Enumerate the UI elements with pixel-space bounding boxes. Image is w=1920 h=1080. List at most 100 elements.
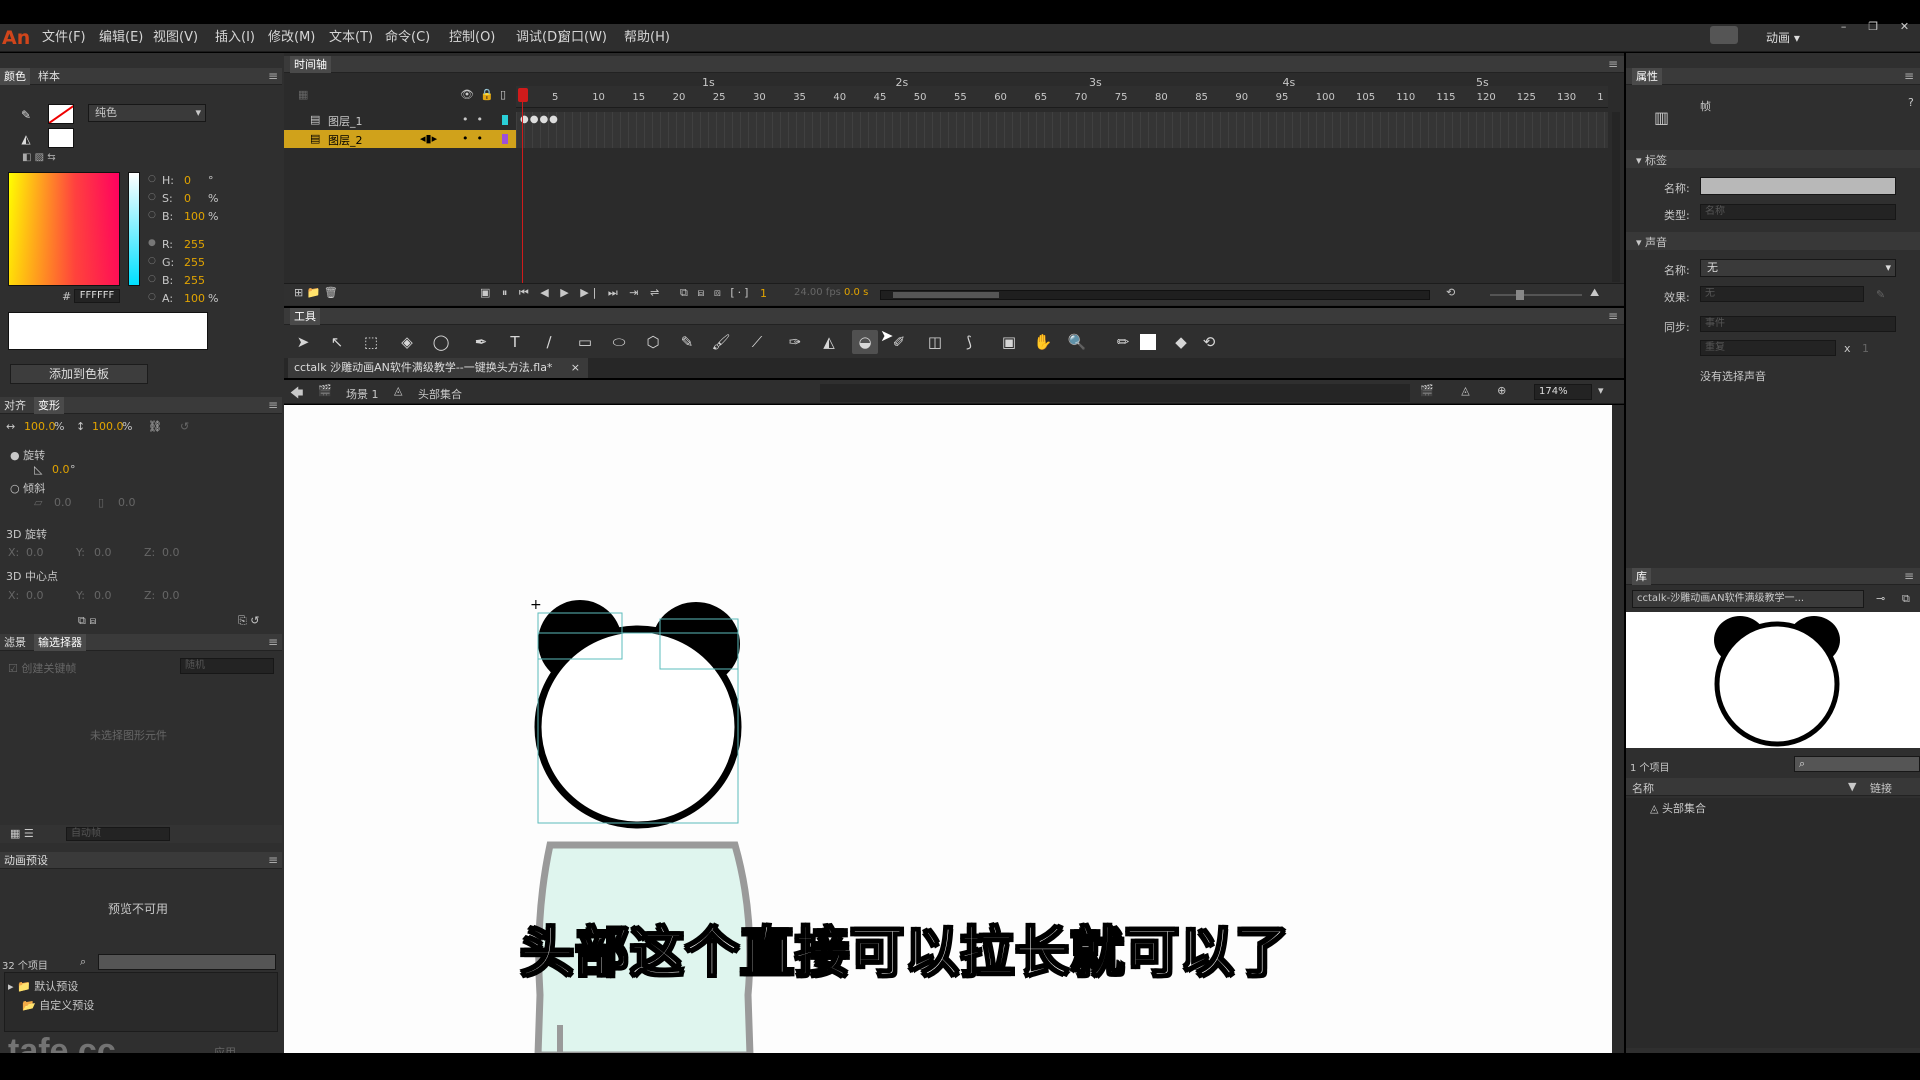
list-item[interactable]: 📂 自定义预设	[22, 997, 94, 1013]
color-channel-value[interactable]: 255	[184, 256, 205, 269]
fill-bucket-icon[interactable]: ◭	[14, 128, 38, 150]
color-channel-value[interactable]: 0	[184, 192, 191, 205]
hand-tool-icon[interactable]: ✋	[1030, 330, 1056, 354]
reset-icon[interactable]: ↺	[180, 420, 189, 433]
subselection-tool-icon[interactable]: ↖	[324, 330, 350, 354]
color-radio[interactable]: ○	[148, 292, 156, 302]
color-channel-value[interactable]: 0	[184, 174, 191, 187]
text-tool-icon[interactable]: T	[502, 330, 528, 354]
rotate-value[interactable]: 0.0	[52, 463, 70, 476]
menu-item[interactable]: 编辑(E)	[95, 24, 147, 52]
time-value[interactable]: 0.0 s	[844, 287, 868, 298]
oval-tool-icon[interactable]: ⬭	[606, 330, 632, 354]
3d-rotation-tool-icon[interactable]: ◈	[394, 330, 420, 354]
tab-transform[interactable]: 变形	[34, 397, 64, 414]
repeat-count[interactable]: 1	[1862, 342, 1869, 355]
label-section-title[interactable]: ▾ 标签	[1636, 152, 1667, 168]
stage-vertical-scrollbar[interactable]	[1612, 405, 1624, 1053]
sort-icon[interactable]: ▼	[1848, 780, 1856, 793]
symbol-breadcrumb[interactable]: 头部集合	[418, 386, 462, 402]
tab-align[interactable]: 对齐	[0, 397, 30, 414]
horizontal-scrollbar[interactable]	[880, 290, 1430, 300]
color-radio[interactable]: ○	[148, 210, 156, 220]
help-icon[interactable]: ?	[1908, 96, 1914, 109]
repeat-select[interactable]: 重复	[1700, 340, 1836, 356]
frame-name-input[interactable]	[1700, 177, 1896, 195]
zoom-slider-thumb[interactable]	[1516, 290, 1524, 300]
color-radio[interactable]: ○	[148, 256, 156, 266]
layer-color-swatch[interactable]	[502, 115, 508, 125]
pin-icon[interactable]: ⊸	[1876, 592, 1885, 605]
close-button[interactable]: ✕	[1900, 20, 1909, 36]
auto-frame-select[interactable]: 自动帧	[66, 827, 170, 841]
outline-icon[interactable]: ▯	[500, 88, 506, 101]
link-icon[interactable]: ⛓	[148, 420, 162, 433]
tab-motion-selector[interactable]: 输选择器	[34, 634, 86, 651]
snap-tool-icon[interactable]: ⟲	[1196, 330, 1222, 354]
sync-select[interactable]: 事件	[1700, 316, 1896, 332]
effect-select[interactable]: 无	[1700, 286, 1864, 302]
label-section-header[interactable]	[1626, 150, 1920, 168]
sound-section-header[interactable]	[1626, 232, 1920, 250]
layer-row[interactable]: ▤ 图层_2 •• ◂▮▸	[284, 130, 516, 148]
fps-value[interactable]: 24.00 fps	[794, 287, 841, 298]
copy-reset-icons[interactable]: ⎘ ↺	[238, 614, 260, 628]
menu-item[interactable]: 视图(V)	[149, 24, 202, 52]
chevron-down-icon[interactable]: ▾	[1598, 384, 1604, 397]
duplicate-transform-icon[interactable]: ⧉ ⧈	[78, 614, 96, 628]
current-frame[interactable]: 1	[760, 287, 767, 300]
rectangle-tool-icon[interactable]: ▭	[572, 330, 598, 354]
fill-color-swatch[interactable]	[48, 128, 74, 148]
new-library-icon[interactable]: ⧉	[1902, 592, 1910, 606]
tab-filters[interactable]: 滤景	[0, 634, 30, 651]
zoom-slider[interactable]	[1490, 294, 1582, 296]
color-channel-value[interactable]: 100	[184, 210, 205, 223]
zoom-input[interactable]: 174%	[1534, 384, 1592, 400]
sound-section-title[interactable]: ▾ 声音	[1636, 234, 1667, 250]
panda-character[interactable]: +	[520, 595, 770, 1055]
hex-input[interactable]: FFFFFF	[74, 289, 120, 303]
color-channel-value[interactable]: 255	[184, 238, 205, 251]
list-item[interactable]: ◬ 头部集合	[1650, 800, 1706, 816]
list-item[interactable]: ▸ 📁 默认预设	[8, 978, 78, 994]
lock-icon[interactable]: 🔒	[480, 88, 494, 101]
layer-row[interactable]: ▤ 图层_1 ••	[284, 111, 516, 129]
tab-swatches[interactable]: 样本	[34, 68, 64, 85]
playback-controls[interactable]: ▣ ⏸ ⏮ ◀ ▶ ▶| ⏭ ⇥ ⇌	[480, 286, 663, 300]
paint-bucket-tool-icon[interactable]: ◭	[816, 330, 842, 354]
skew-radio[interactable]: ○ 倾斜	[10, 480, 45, 496]
frame-grid[interactable]	[516, 112, 1608, 148]
height-scale-value[interactable]: 100.0	[92, 420, 124, 433]
loop-icon[interactable]: ⟲	[1446, 286, 1455, 299]
menu-item[interactable]: 控制(O)	[445, 24, 499, 52]
panel-menu-icon[interactable]: ≡	[268, 397, 278, 414]
stroke-pencil-icon[interactable]: ✎	[14, 104, 38, 126]
color-radio[interactable]: ●	[148, 238, 156, 248]
menu-item[interactable]: 文件(F)	[38, 24, 90, 52]
color-radio[interactable]: ○	[148, 174, 156, 184]
width-scale-value[interactable]: 100.0	[24, 420, 56, 433]
menu-item[interactable]: 命令(C)	[381, 24, 434, 52]
skew-h-value[interactable]: 0.0	[54, 496, 72, 509]
library-col-link[interactable]: 链接	[1870, 780, 1892, 796]
paint-brush-tool-icon[interactable]: ⟋	[744, 330, 770, 354]
selection-tool-icon[interactable]: ➤	[290, 330, 316, 354]
zoom-tool-icon[interactable]: 🔍	[1064, 330, 1090, 354]
back-arrow-icon[interactable]: 🡄	[290, 384, 303, 406]
panel-menu-icon[interactable]: ≡	[1608, 56, 1618, 73]
scroll-thumb[interactable]	[893, 292, 999, 298]
edit-pencil-icon[interactable]: ✎	[1876, 288, 1885, 301]
grid-view-icons[interactable]: ▦ ☰	[10, 827, 34, 840]
rotate-radio[interactable]: ● 旋转	[10, 447, 45, 463]
3d-center-z-value[interactable]: 0.0	[162, 589, 180, 602]
search-icon[interactable]: ⌕	[80, 955, 86, 969]
color-channel-value[interactable]: 255	[184, 274, 205, 287]
eye-icon[interactable]: 👁	[460, 88, 474, 101]
3d-rot-z-value[interactable]: 0.0	[162, 546, 180, 559]
brightness-slider[interactable]	[128, 172, 140, 286]
new-layer-icons[interactable]: ⊞ 📁 🗑	[294, 286, 338, 299]
pen-tool-icon[interactable]: ✒	[468, 330, 494, 354]
layer-name[interactable]: 图层_1	[328, 113, 363, 129]
onion-skin-icons[interactable]: ⧉ ⧈ ⧇ [·]	[680, 286, 751, 300]
workspace-switcher[interactable]: 动画 ▾	[1766, 24, 1800, 52]
